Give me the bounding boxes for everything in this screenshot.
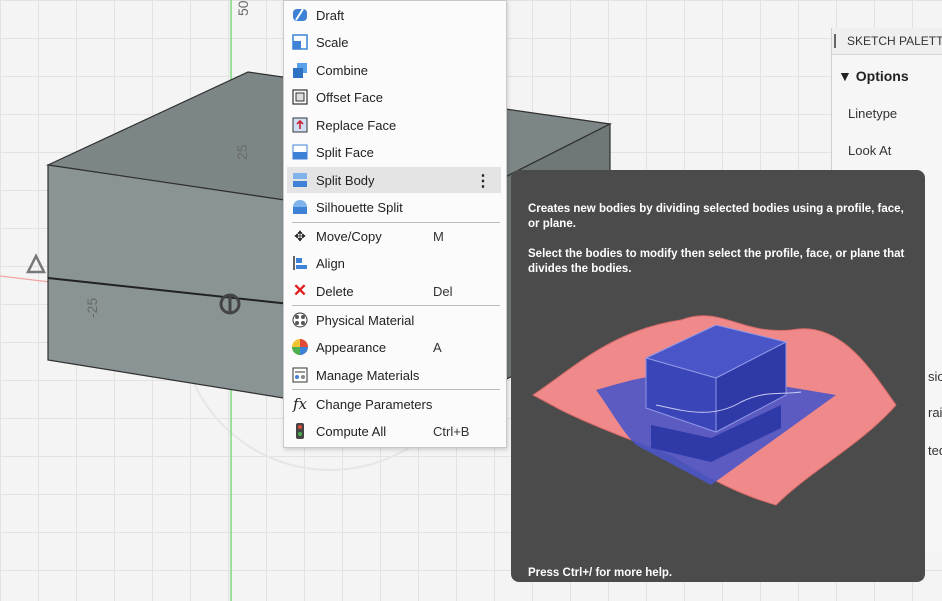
menu-item-label: Split Face	[316, 144, 374, 160]
cut-off-row-3: ted	[928, 443, 942, 458]
silhouette-split-icon	[290, 197, 310, 217]
menu-item-label: Appearance	[316, 339, 387, 355]
shortcut-label: M	[433, 228, 444, 244]
look-at-row[interactable]: Look At	[848, 143, 891, 158]
menu-item-combine[interactable]: Combine	[287, 57, 501, 83]
split-body-tooltip: Creates new bodies by dividing selected …	[511, 170, 925, 582]
menu-item-label: Physical Material	[316, 312, 415, 328]
manage-materials-icon	[290, 365, 310, 385]
menu-item-move-copy[interactable]: ✥ Move/Copy M	[287, 223, 501, 249]
plane-marker	[25, 253, 47, 274]
menu-item-label: Combine	[316, 62, 369, 78]
split-face-icon	[290, 142, 310, 162]
menu-item-scale[interactable]: Scale	[287, 29, 501, 55]
modify-context-menu: Draft Scale Combine Offset Face Replace …	[283, 0, 507, 448]
cut-off-row-2: rain	[928, 405, 942, 420]
physical-material-icon	[290, 310, 310, 330]
menu-item-offset-face[interactable]: Offset Face	[287, 84, 501, 110]
menu-item-label: Replace Face	[316, 117, 397, 133]
menu-item-change-parameters[interactable]: fx Change Parameters	[287, 391, 501, 417]
dimension-label-upper: 25	[234, 144, 250, 160]
linetype-row: Linetype	[848, 106, 898, 121]
offset-face-icon	[290, 87, 310, 107]
move-icon: ✥	[294, 227, 306, 244]
options-label: Options	[855, 68, 909, 84]
delete-icon: ✕	[292, 281, 308, 300]
menu-item-label: Silhouette Split	[316, 199, 403, 215]
split-body-illustration	[532, 315, 897, 506]
menu-item-label: Offset Face	[316, 89, 383, 105]
tooltip-help: Press Ctrl+/ for more help.	[528, 567, 673, 579]
draft-icon	[290, 5, 310, 25]
combine-icon	[290, 60, 310, 80]
menu-item-align[interactable]: Align	[287, 250, 501, 276]
menu-item-replace-face[interactable]: Replace Face	[287, 112, 501, 138]
menu-separator	[292, 389, 500, 390]
menu-item-delete[interactable]: ✕ Delete Del	[287, 278, 501, 304]
menu-item-label: Compute All	[316, 423, 387, 439]
menu-item-label: Delete	[316, 283, 354, 299]
menu-item-label: Split Body	[316, 172, 375, 188]
menu-item-label: Move/Copy	[316, 228, 382, 244]
dimension-label-lower: -25	[84, 297, 100, 318]
replace-face-icon	[290, 115, 310, 135]
dimension-label-top: 50	[235, 0, 251, 16]
scale-icon	[290, 32, 310, 52]
fx-icon: fx	[292, 395, 307, 413]
menu-item-split-body[interactable]: Split Body ⋮	[287, 167, 501, 193]
menu-item-split-face[interactable]: Split Face	[287, 139, 501, 165]
options-section[interactable]: ▼ Options	[838, 68, 909, 84]
menu-item-compute-all[interactable]: Compute All Ctrl+B	[287, 418, 501, 444]
menu-item-appearance[interactable]: Appearance A	[287, 334, 501, 360]
menu-item-label: Align	[316, 255, 345, 271]
menu-separator	[292, 305, 500, 306]
shortcut-label: Del	[433, 283, 453, 299]
sketch-palette-title: SKETCH PALETTE	[847, 34, 942, 48]
menu-item-label: Manage Materials	[316, 367, 420, 383]
shortcut-label: A	[433, 339, 442, 355]
cut-off-row-1: sio	[928, 369, 942, 384]
align-icon	[290, 253, 310, 273]
menu-item-draft[interactable]: Draft	[287, 2, 501, 28]
menu-item-label: Change Parameters	[316, 396, 433, 412]
compute-all-icon	[290, 421, 310, 441]
menu-item-label: Scale	[316, 34, 349, 50]
menu-item-silhouette-split[interactable]: Silhouette Split	[287, 194, 501, 220]
menu-item-physical-material[interactable]: Physical Material	[287, 307, 501, 333]
menu-item-label: Draft	[316, 7, 345, 23]
menu-item-manage-materials[interactable]: Manage Materials	[287, 362, 501, 388]
appearance-icon	[290, 337, 310, 357]
sketch-palette-header[interactable]: SKETCH PALETTE	[832, 28, 942, 55]
grip-icon[interactable]	[834, 34, 836, 48]
shortcut-label: Ctrl+B	[433, 423, 470, 439]
more-options-icon[interactable]: ⋮	[475, 171, 491, 191]
split-body-icon	[290, 170, 310, 190]
